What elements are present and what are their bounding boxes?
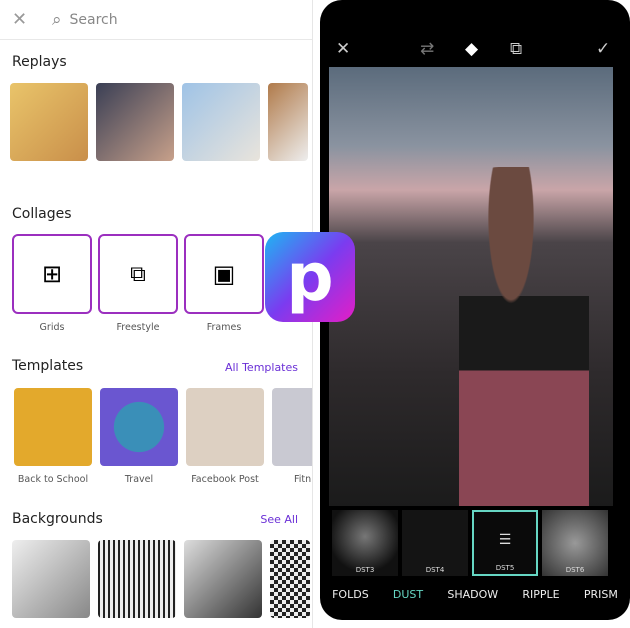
search-icon: ⌕ <box>52 9 62 30</box>
filter-dst3[interactable]: DST3 <box>332 510 398 576</box>
freestyle-icon: ⧉ <box>130 261 146 287</box>
collage-grids[interactable]: ⊞ Grids <box>12 234 92 333</box>
template-fitness[interactable]: Fitn <box>272 388 312 485</box>
collage-frames[interactable]: ▣ Frames <box>184 234 264 333</box>
category-ripple[interactable]: RIPPLE <box>522 588 559 601</box>
swap-icon[interactable]: ⇄ <box>420 39 434 59</box>
replay-thumb[interactable] <box>268 83 308 161</box>
filter-dst4[interactable]: DST4 <box>402 510 468 576</box>
category-shadow[interactable]: SHADOW <box>447 588 498 601</box>
background-thumb[interactable] <box>12 540 90 618</box>
filter-dst6[interactable]: DST6 <box>542 510 608 576</box>
replay-thumb[interactable] <box>182 83 260 161</box>
replay-thumb[interactable] <box>96 83 174 161</box>
apply-check-icon[interactable]: ✓ <box>596 39 610 59</box>
category-dust[interactable]: DUST <box>393 588 423 601</box>
close-icon[interactable]: ✕ <box>12 9 52 30</box>
templates-title: Templates <box>12 358 84 374</box>
collage-freestyle[interactable]: ⧉ Freestyle <box>98 234 178 333</box>
background-thumb[interactable] <box>270 540 310 618</box>
grid-icon: ⊞ <box>41 260 63 288</box>
editor-phone: ✕ ⇄ ◆ ⧉ ✓ DST3 DST4 ☰ DST5 DST6 FOLDS DUS… <box>320 0 630 620</box>
replay-thumb[interactable] <box>10 83 88 161</box>
all-templates-link[interactable]: All Templates <box>225 361 298 374</box>
photo-canvas[interactable] <box>329 67 613 506</box>
template-facebook-post[interactable]: Facebook Post <box>186 388 264 485</box>
see-all-link[interactable]: See All <box>260 513 298 526</box>
eraser-icon[interactable]: ◆ <box>465 39 478 59</box>
background-thumb[interactable] <box>98 540 176 618</box>
close-icon[interactable]: ✕ <box>336 39 350 59</box>
template-back-to-school[interactable]: Back to School <box>14 388 92 485</box>
photo-subject <box>459 167 589 506</box>
replays-row <box>10 83 308 161</box>
adjust-sliders-icon[interactable]: ☰ <box>474 532 536 548</box>
category-prism[interactable]: PRISM <box>584 588 618 601</box>
search-input[interactable]: ⌕ Search <box>52 10 118 30</box>
frame-icon: ▣ <box>212 260 236 288</box>
top-bar: ✕ ⌕ Search <box>0 0 312 40</box>
template-travel[interactable]: Travel <box>100 388 178 485</box>
filter-strip: DST3 DST4 ☰ DST5 DST6 <box>320 510 630 576</box>
category-folds[interactable]: FOLDS <box>332 588 369 601</box>
home-panel: ✕ ⌕ Search Replays Collages ⊞ Grids ⧉ Frees… <box>0 0 313 628</box>
editor-toolbar: ✕ ⇄ ◆ ⧉ ✓ <box>320 35 630 65</box>
blend-icon[interactable]: ⧉ <box>510 39 522 59</box>
replays-title: Replays <box>12 54 67 70</box>
filter-dst5[interactable]: ☰ DST5 <box>472 510 538 576</box>
effect-categories: FOLDS DUST SHADOW RIPPLE PRISM <box>320 588 630 601</box>
backgrounds-title: Backgrounds <box>12 511 103 527</box>
picsart-logo: p <box>265 232 355 322</box>
background-thumb[interactable] <box>184 540 262 618</box>
collages-title: Collages <box>12 206 72 222</box>
